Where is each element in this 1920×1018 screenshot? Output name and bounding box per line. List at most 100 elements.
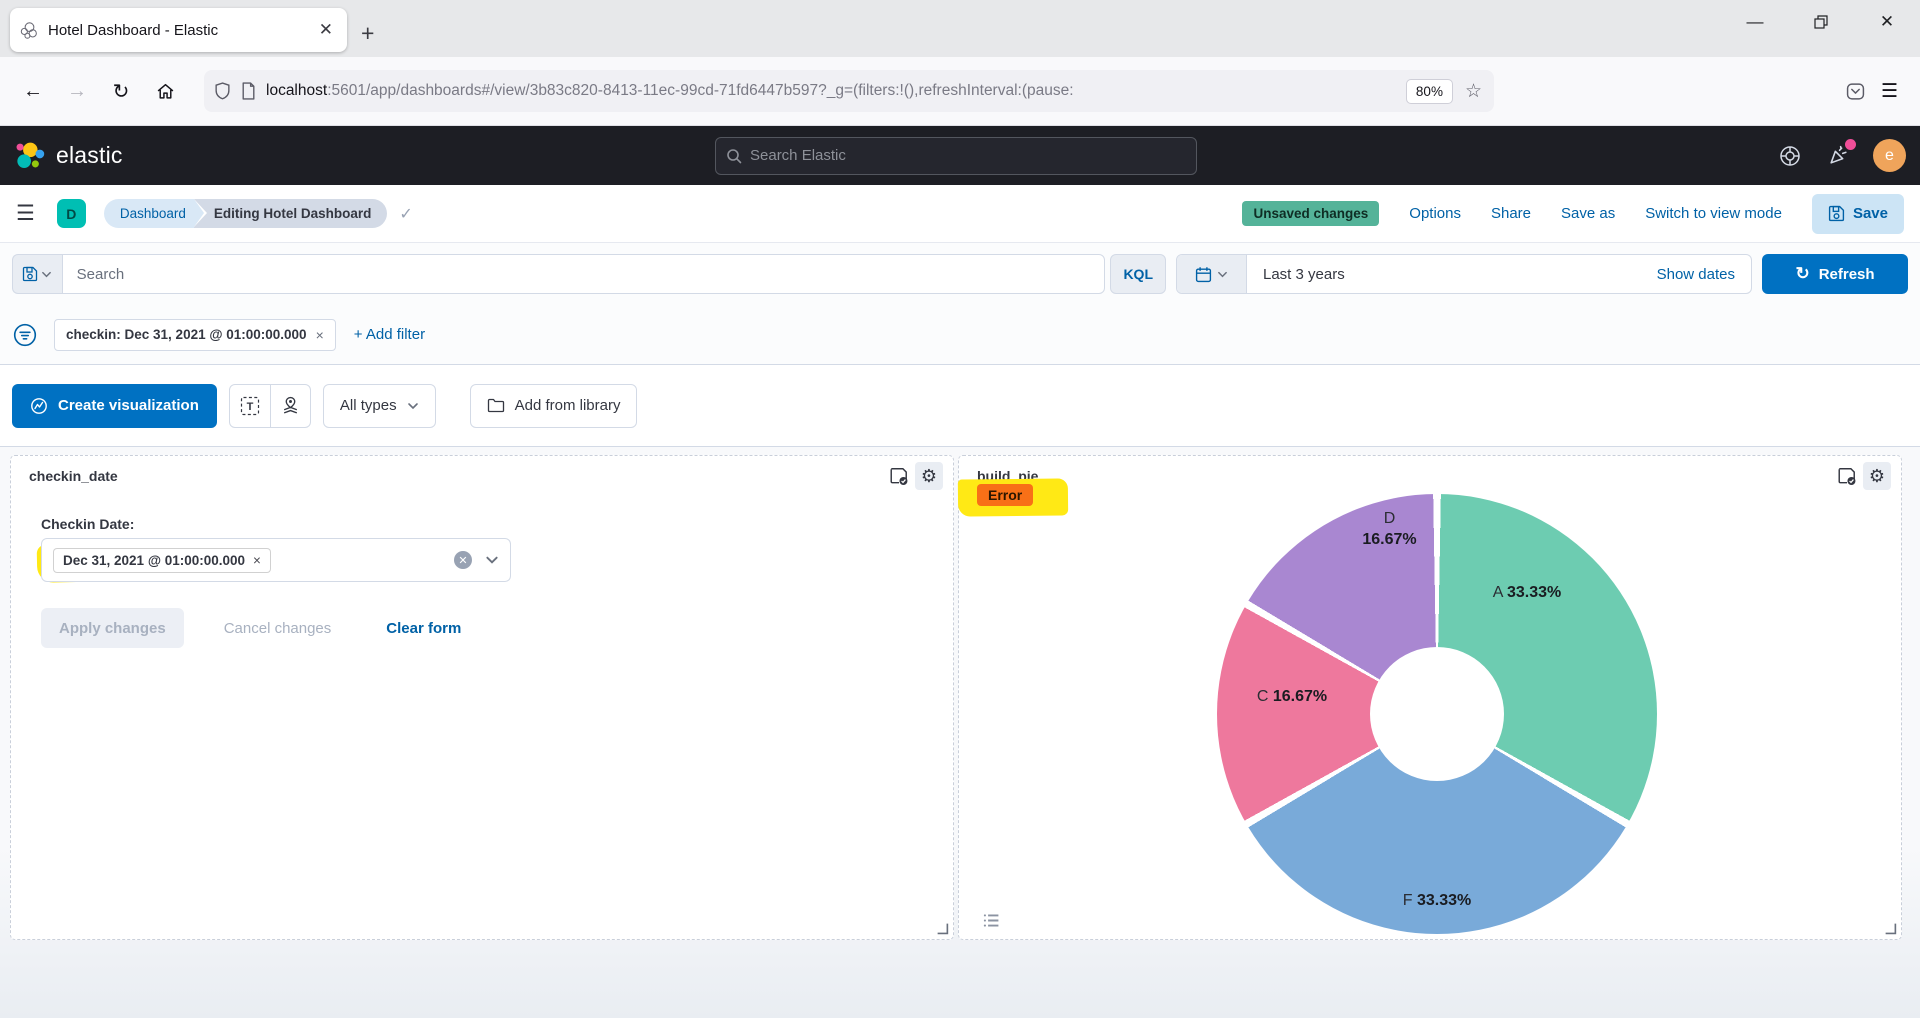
- panel-checkin-date: checkin_date ⚙ Checkin Date: Dec 31, 202…: [10, 455, 954, 940]
- filter-pill-label: checkin: Dec 31, 2021 @ 01:00:00.000: [66, 327, 307, 342]
- url-text[interactable]: localhost:5601/app/dashboards#/view/3b83…: [266, 82, 1396, 100]
- close-window-button[interactable]: ✕: [1854, 0, 1920, 44]
- slice-label-c: C 16.67%: [1232, 688, 1352, 706]
- calendar-icon: [1195, 266, 1212, 282]
- text-annotation-button[interactable]: T: [230, 385, 270, 427]
- share-button[interactable]: Share: [1491, 205, 1531, 222]
- legend-toggle-icon[interactable]: [983, 912, 1000, 929]
- space-badge[interactable]: D: [56, 199, 86, 228]
- remove-token-icon[interactable]: ×: [253, 553, 261, 568]
- clear-form-button[interactable]: Clear form: [386, 620, 461, 637]
- forward-icon[interactable]: →: [58, 72, 96, 110]
- donut-chart[interactable]: D 16.67% A 33.33% C 16.67% F 33.33%: [1217, 494, 1657, 934]
- apply-changes-button[interactable]: Apply changes: [41, 608, 184, 648]
- filter-pill[interactable]: checkin: Dec 31, 2021 @ 01:00:00.000 ×: [54, 318, 336, 351]
- create-visualization-button[interactable]: Create visualization: [12, 383, 217, 428]
- page-info-icon[interactable]: [241, 82, 256, 100]
- filter-set-icon[interactable]: [12, 322, 38, 348]
- date-token-label: Dec 31, 2021 @ 01:00:00.000: [63, 552, 246, 568]
- elastic-search-input[interactable]: [750, 147, 1186, 164]
- chevron-down-icon[interactable]: [485, 553, 499, 567]
- menu-icon[interactable]: ☰: [1881, 80, 1898, 103]
- date-picker-quick-menu[interactable]: [1177, 255, 1247, 293]
- panel-settings-button[interactable]: ⚙: [1863, 462, 1891, 490]
- slice-a-category: A: [1492, 584, 1503, 601]
- kql-search-input[interactable]: [76, 265, 1091, 283]
- reload-icon[interactable]: ↻: [102, 72, 140, 110]
- clear-input-icon[interactable]: ✕: [454, 551, 472, 569]
- newsfeed-icon[interactable]: [1825, 138, 1856, 169]
- date-picker: Last 3 years Show dates: [1176, 254, 1752, 294]
- add-filter-button[interactable]: + Add filter: [354, 326, 425, 343]
- bookmark-star-icon[interactable]: ☆: [1463, 80, 1484, 103]
- saved-query-menu-button[interactable]: [12, 254, 62, 294]
- time-range-value[interactable]: Last 3 years: [1247, 266, 1345, 283]
- saved-query-icon: [23, 266, 38, 282]
- dashboard-actions: Unsaved changes Options Share Save as Sw…: [1242, 193, 1904, 234]
- browser-tab[interactable]: Hotel Dashboard - Elastic ✕: [10, 8, 347, 52]
- lens-icon: [31, 397, 47, 414]
- date-token[interactable]: Dec 31, 2021 @ 01:00:00.000 ×: [53, 547, 271, 573]
- help-icon[interactable]: [1777, 143, 1803, 169]
- elastic-favicon-icon: [20, 21, 39, 40]
- folder-icon: [487, 398, 504, 412]
- browser-right-icons: ☰: [1846, 80, 1906, 103]
- minimize-button[interactable]: —: [1722, 0, 1788, 44]
- search-icon: [726, 148, 742, 164]
- browser-tab-bar: Hotel Dashboard - Elastic ✕ + — ✕: [0, 0, 1920, 57]
- url-host: localhost: [266, 82, 328, 99]
- chevron-down-icon: [407, 402, 418, 409]
- browser-toolbar: ← → ↻ localhost:5601/app/dashboards#/vie…: [0, 57, 1920, 126]
- create-visualization-label: Create visualization: [58, 397, 199, 414]
- kql-search-field[interactable]: [61, 254, 1106, 294]
- checkin-date-label: Checkin Date:: [41, 516, 135, 532]
- filter-bar: checkin: Dec 31, 2021 @ 01:00:00.000 × +…: [0, 305, 1920, 365]
- map-pin-icon: [283, 396, 297, 414]
- slice-f-percent: 33.33%: [1416, 892, 1472, 909]
- breadcrumb-dashboard[interactable]: Dashboard: [103, 199, 207, 228]
- remove-filter-icon[interactable]: ×: [316, 327, 324, 343]
- zoom-level-badge[interactable]: 80%: [1405, 78, 1453, 104]
- chevron-down-icon: [42, 271, 52, 277]
- home-icon[interactable]: [146, 72, 184, 110]
- checkin-date-combobox[interactable]: Dec 31, 2021 @ 01:00:00.000 × ✕: [41, 538, 511, 582]
- slice-c-category: C: [1256, 688, 1269, 705]
- url-bar[interactable]: localhost:5601/app/dashboards#/view/3b83…: [204, 70, 1494, 112]
- shield-icon[interactable]: [214, 82, 231, 100]
- panel-settings-button[interactable]: ⚙: [915, 462, 943, 490]
- show-dates-button[interactable]: Show dates: [1657, 266, 1751, 283]
- options-button[interactable]: Options: [1409, 205, 1461, 222]
- refresh-button[interactable]: ↻ Refresh: [1762, 254, 1908, 294]
- elastic-brand[interactable]: elastic: [16, 141, 123, 171]
- restore-button[interactable]: [1788, 0, 1854, 44]
- gear-icon: ⚙: [920, 466, 938, 486]
- pocket-icon[interactable]: [1846, 82, 1865, 101]
- nav-menu-icon[interactable]: ☰: [16, 201, 35, 226]
- new-tab-button[interactable]: +: [361, 20, 374, 47]
- slice-a-percent: 33.33%: [1506, 584, 1562, 601]
- switch-view-mode-button[interactable]: Switch to view mode: [1645, 205, 1782, 222]
- svg-text:T: T: [247, 401, 254, 413]
- save-icon: [1828, 205, 1845, 222]
- refresh-icon: ↻: [1795, 264, 1810, 283]
- panel-resize-handle[interactable]: [936, 922, 949, 935]
- kql-language-button[interactable]: KQL: [1110, 254, 1166, 294]
- user-avatar[interactable]: e: [1873, 139, 1906, 172]
- save-to-library-icon[interactable]: [1837, 466, 1857, 486]
- save-button[interactable]: Save: [1811, 193, 1904, 234]
- tab-close-icon[interactable]: ✕: [315, 20, 337, 40]
- save-to-library-icon[interactable]: [889, 466, 909, 486]
- panel-title: checkin_date: [29, 468, 118, 484]
- cancel-changes-button[interactable]: Cancel changes: [224, 620, 332, 637]
- panel-resize-handle[interactable]: [1884, 922, 1897, 935]
- back-icon[interactable]: ←: [14, 72, 52, 110]
- window-controls: — ✕: [1722, 0, 1920, 44]
- elastic-search-box[interactable]: [715, 136, 1197, 175]
- add-from-library-button[interactable]: Add from library: [469, 383, 638, 428]
- maps-button[interactable]: [269, 384, 310, 427]
- all-types-dropdown[interactable]: All types: [322, 383, 436, 428]
- save-as-button[interactable]: Save as: [1561, 205, 1615, 222]
- slice-f-category: F: [1402, 892, 1413, 909]
- query-bar: KQL Last 3 years Show dates ↻ Refresh: [0, 243, 1920, 305]
- filter-form-actions: Apply changes Cancel changes Clear form: [41, 608, 461, 648]
